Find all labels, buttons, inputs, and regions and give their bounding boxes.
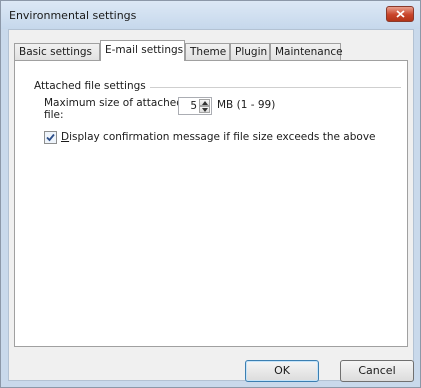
tab-label: Plugin (235, 46, 268, 58)
cancel-button[interactable]: Cancel (340, 360, 414, 382)
confirm-label-text: isplay confirmation message if file size… (69, 131, 376, 143)
spin-down-button[interactable] (199, 106, 210, 113)
checkmark-icon (46, 133, 55, 142)
confirm-label: Display confirmation message if file siz… (61, 131, 376, 143)
tab-plugin[interactable]: Plugin (230, 43, 270, 60)
email-settings-panel: Attached file settings Maximum size of a… (14, 60, 408, 347)
tab-label: Maintenance (275, 46, 343, 58)
group-title: Attached file settings (34, 80, 152, 92)
close-icon (396, 10, 405, 18)
max-size-label: Maximum size of attached file: (44, 97, 184, 121)
max-size-label-line1: Maximum size of attached (44, 97, 183, 109)
tab-maintenance[interactable]: Maintenance (270, 43, 343, 60)
close-button[interactable] (386, 6, 414, 22)
spin-down-icon (202, 108, 208, 112)
max-size-spinner[interactable]: 5 (178, 97, 212, 115)
dialog-client-area: Basic settings E-mail settings Theme Plu… (8, 29, 414, 382)
spin-up-icon (202, 101, 208, 105)
tab-theme[interactable]: Theme (185, 43, 230, 60)
tab-basic-settings[interactable]: Basic settings (14, 43, 100, 60)
tab-label: Basic settings (19, 46, 93, 58)
confirm-label-accel: D (61, 131, 70, 143)
settings-dialog: Environmental settings Basic settings E-… (0, 0, 421, 388)
spin-up-button[interactable] (199, 99, 210, 106)
tab-label: E-mail settings (105, 44, 184, 56)
max-size-label-line2: file: (44, 109, 64, 121)
title-bar: Environmental settings (1, 1, 420, 29)
size-unit-text: MB (1 - 99) (217, 99, 276, 111)
tab-email-settings[interactable]: E-mail settings (100, 40, 185, 61)
confirm-checkbox[interactable] (44, 131, 57, 144)
window-title: Environmental settings (9, 9, 137, 22)
ok-button[interactable]: OK (245, 360, 319, 382)
group-divider (150, 87, 401, 88)
tab-label: Theme (190, 46, 227, 58)
max-size-input[interactable]: 5 (190, 100, 197, 112)
